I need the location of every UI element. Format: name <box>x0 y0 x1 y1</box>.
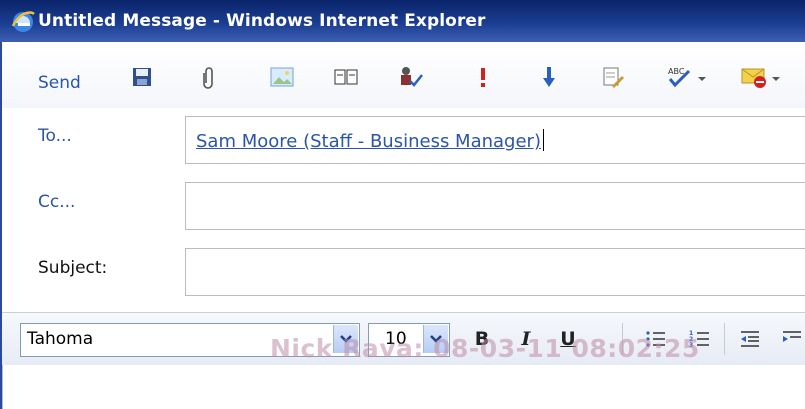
to-recipient[interactable]: Sam Moore (Staff - Business Manager) <box>196 131 541 152</box>
subject-field[interactable] <box>185 248 805 296</box>
importance-low-icon[interactable] <box>542 64 556 90</box>
window-title: Untitled Message - Windows Internet Expl… <box>38 11 486 31</box>
message-toolbar: Send ABC <box>2 42 805 108</box>
cc-field[interactable] <box>185 182 805 230</box>
to-button[interactable]: To... <box>38 126 72 146</box>
insert-image-icon[interactable] <box>270 64 294 90</box>
attach-icon[interactable] <box>202 64 216 90</box>
internet-explorer-icon <box>11 11 35 32</box>
subject-row: Subject: <box>2 240 805 300</box>
decrease-indent-icon[interactable] <box>736 325 764 353</box>
save-icon[interactable] <box>132 64 152 90</box>
to-field[interactable]: Sam Moore (Staff - Business Manager) <box>185 116 805 164</box>
font-value: Tahoma <box>27 329 94 349</box>
options-icon[interactable] <box>602 64 624 90</box>
formatting-toolbar: Tahoma 10 B I U 123 Nick Rava: 08-03-11 … <box>2 312 805 366</box>
cc-button[interactable]: Cc... <box>38 192 75 212</box>
cc-row: Cc... <box>2 174 805 234</box>
to-row: To... Sam Moore (Staff - Business Manage… <box>2 108 805 168</box>
compose-window: Send ABC To... Sam Moore (Staff - Busine… <box>0 42 805 409</box>
importance-high-icon[interactable] <box>478 64 488 90</box>
subject-label: Subject: <box>38 258 108 278</box>
message-body[interactable] <box>2 365 805 409</box>
flag-icon[interactable] <box>740 64 784 90</box>
toolbar-separator <box>724 323 725 355</box>
send-button[interactable]: Send <box>38 70 81 96</box>
increase-indent-icon[interactable] <box>778 325 805 353</box>
spell-check-icon[interactable]: ABC <box>666 64 710 90</box>
check-names-icon[interactable] <box>398 64 424 90</box>
timestamp-watermark: Nick Rava: 08-03-11 08:02:25 <box>270 334 700 363</box>
text-caret <box>542 129 544 151</box>
address-book-icon[interactable] <box>334 64 358 90</box>
title-bar: Untitled Message - Windows Internet Expl… <box>0 0 805 42</box>
svg-text:ABC: ABC <box>668 67 685 76</box>
